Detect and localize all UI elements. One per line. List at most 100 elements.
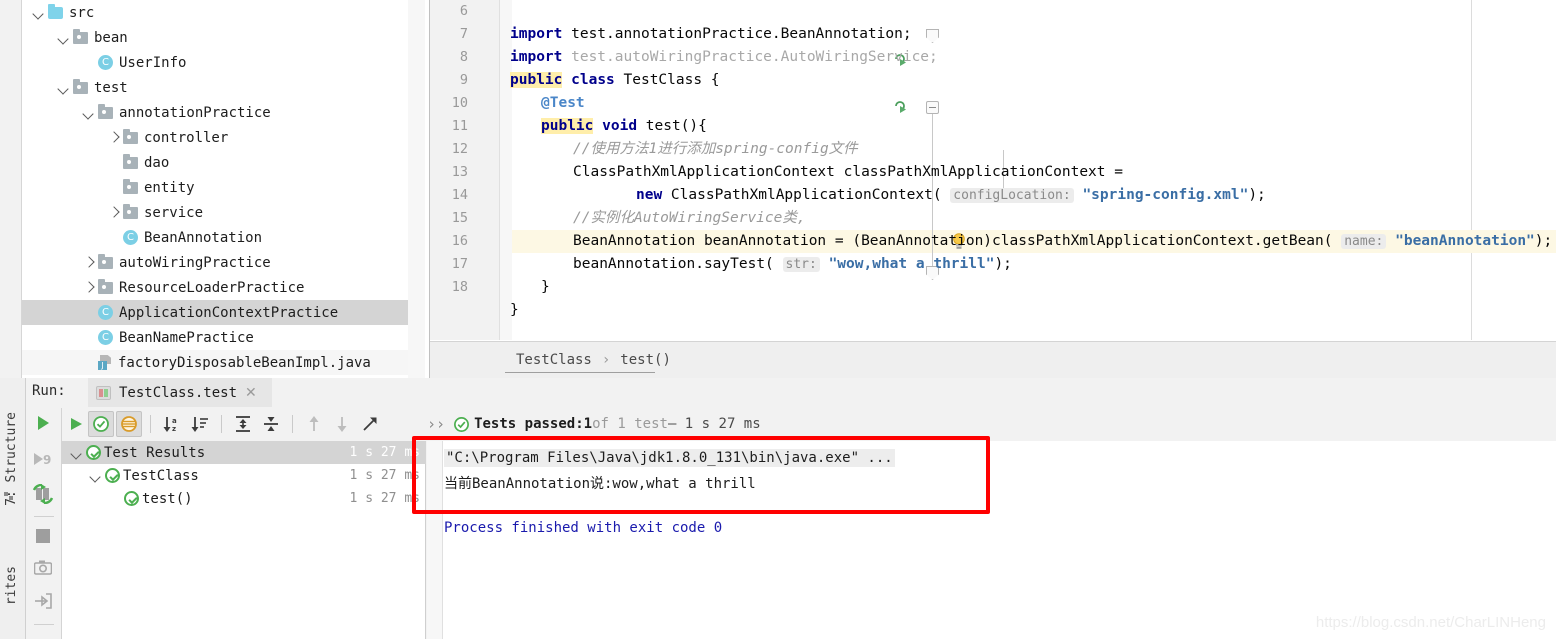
project-tree-item[interactable]: annotationPractice <box>22 100 408 125</box>
export-results-button[interactable] <box>357 411 383 437</box>
breadcrumb-method[interactable]: test() <box>620 352 671 368</box>
code-keyword-import-6: import <box>510 26 563 42</box>
test-tree-row[interactable]: Test Results 1 s 27 ms <box>62 441 426 464</box>
project-tree-left-gutter <box>0 0 22 378</box>
code-text-8: TestClass { <box>614 72 720 88</box>
java-class-icon: C <box>98 55 113 70</box>
code-text-16: beanAnnotation.sayTest( <box>573 256 774 272</box>
stop-icon[interactable] <box>35 528 51 548</box>
project-tree-item[interactable]: C BeanNamePractice <box>22 325 408 350</box>
code-keyword-class-8: class <box>571 72 615 88</box>
project-tree-item[interactable]: factoryDisposableBeanImpl.java <box>22 350 408 375</box>
right-margin-guide <box>1471 0 1472 340</box>
code-string-15: "beanAnnotation" <box>1395 233 1535 249</box>
tests-duration-text: – 1 s 27 ms <box>667 416 761 432</box>
param-hint-str: str: <box>782 257 820 272</box>
run-window-label: Run: <box>32 383 66 399</box>
rerun-button[interactable] <box>66 411 86 437</box>
test-results-tree: Test Results 1 s 27 ms TestClass 1 s 27 ms t… <box>62 441 426 639</box>
tree-twisty-placeholder <box>107 231 120 244</box>
project-tree-item-label: src <box>69 4 95 21</box>
console-gutter <box>427 441 443 639</box>
chevron-down-icon[interactable] <box>89 469 102 482</box>
folder-package-icon <box>73 28 88 44</box>
test-tree-label: test() <box>142 490 193 507</box>
chevron-down-icon[interactable] <box>57 81 70 94</box>
tests-passed-text: Tests passed: <box>474 416 584 432</box>
more-actions-icon[interactable]: ›› <box>427 415 445 433</box>
fold-marker-method-icon[interactable] <box>926 101 939 114</box>
chevron-down-icon[interactable] <box>82 106 95 119</box>
debug-icon[interactable]: 9 <box>32 450 54 472</box>
project-tree-item[interactable]: test <box>22 75 408 100</box>
svg-text:9: 9 <box>43 453 51 467</box>
project-tree-scrollbar-track[interactable] <box>408 0 830 378</box>
run-configuration-tab[interactable]: TestClass.test ✕ <box>88 378 272 407</box>
java-class-icon: C <box>98 305 113 320</box>
test-passed-icon <box>86 445 101 460</box>
project-tree-item[interactable]: controller <box>22 125 408 150</box>
toolbar-divider-3 <box>292 414 293 433</box>
show-passed-toggle[interactable] <box>88 410 114 437</box>
code-text-18: } <box>510 302 519 318</box>
folder-source-icon <box>48 3 63 19</box>
previous-failed-button[interactable] <box>301 411 327 437</box>
close-icon[interactable]: ✕ <box>245 386 257 400</box>
tree-twisty-placeholder <box>82 356 95 369</box>
structure-dots-icon <box>4 490 14 500</box>
run-tab-name: TestClass.test <box>119 384 238 401</box>
chevron-right-icon[interactable] <box>107 131 120 144</box>
sort-by-duration-button[interactable] <box>187 411 213 437</box>
tree-twisty-placeholder <box>82 306 95 319</box>
code-keyword-import-7: import <box>510 49 563 65</box>
watermark: https://blog.csdn.net/CharLINHeng <box>1315 614 1546 631</box>
param-hint-configlocation: configLocation: <box>950 188 1074 203</box>
expand-all-button[interactable] <box>230 411 256 437</box>
project-tree-item[interactable]: C BeanAnnotation <box>22 225 408 250</box>
chevron-right-icon[interactable] <box>107 206 120 219</box>
project-tree-item[interactable]: bean <box>22 25 408 50</box>
chevron-down-icon[interactable] <box>70 446 83 459</box>
project-tree-item[interactable]: service <box>22 200 408 225</box>
console-exit-line: Process finished with exit code 0 <box>444 520 723 536</box>
fold-marker-imports-icon[interactable] <box>926 29 939 43</box>
project-tree-item[interactable]: autoWiringPractice <box>22 250 408 275</box>
chevron-down-icon[interactable] <box>57 31 70 44</box>
collapse-all-button[interactable] <box>258 411 284 437</box>
breadcrumb-underline <box>505 372 655 373</box>
console-command-line: "C:\Program Files\Java\jdk1.8.0_131\bin\… <box>444 449 895 467</box>
test-tree-row[interactable]: TestClass 1 s 27 ms <box>62 464 426 487</box>
run-icon[interactable] <box>34 414 52 436</box>
breadcrumb-class[interactable]: TestClass <box>516 352 592 368</box>
chevron-right-icon[interactable] <box>82 281 95 294</box>
code-annotation-test: @Test <box>541 95 585 111</box>
code-text-7: test.autoWiringPractice.AutoWiringServic… <box>562 49 938 65</box>
editor-and-project-area: src bean C UserInfo test annotationPractice co… <box>0 0 1556 378</box>
project-tree-item[interactable]: dao <box>22 150 408 175</box>
export-to-file-icon[interactable] <box>34 593 52 613</box>
chevron-down-icon[interactable] <box>32 6 45 19</box>
test-tree-row[interactable]: test() 1 s 27 ms <box>62 487 426 510</box>
rerun-tests-icon[interactable] <box>32 483 54 508</box>
code-tail-16: ); <box>994 256 1012 272</box>
sort-alphabetically-button[interactable]: a z <box>159 411 185 437</box>
console-output[interactable]: "C:\Program Files\Java\jdk1.8.0_131\bin\… <box>427 441 1556 639</box>
project-tree-item-label: annotationPractice <box>119 104 271 121</box>
project-tree-item-label: dao <box>144 154 170 171</box>
code-editor[interactable]: 6 7 8 9 10 11 12 13 14 15 16 17 18 impor… <box>430 0 1556 378</box>
project-tree-item[interactable]: C UserInfo <box>22 50 408 75</box>
show-ignored-toggle[interactable] <box>116 410 142 437</box>
project-tree-item[interactable]: C ApplicationContextPractice <box>22 300 408 325</box>
project-tree-item[interactable]: ResourceLoaderPractice <box>22 275 408 300</box>
code-text-10: test(){ <box>637 118 707 134</box>
tests-passed-count: 1 <box>583 416 593 432</box>
project-tree-item[interactable]: src <box>22 0 408 25</box>
project-tree-item-label: autoWiringPractice <box>119 254 271 271</box>
chevron-right-icon[interactable] <box>82 256 95 269</box>
project-tree-item-label: bean <box>94 29 128 46</box>
project-tree-item[interactable]: entity <box>22 175 408 200</box>
camera-icon[interactable] <box>33 560 53 579</box>
favorites-tool-window-label[interactable]: rites <box>4 566 19 605</box>
next-failed-button[interactable] <box>329 411 355 437</box>
run-method-gutter-icon[interactable] <box>892 97 910 115</box>
